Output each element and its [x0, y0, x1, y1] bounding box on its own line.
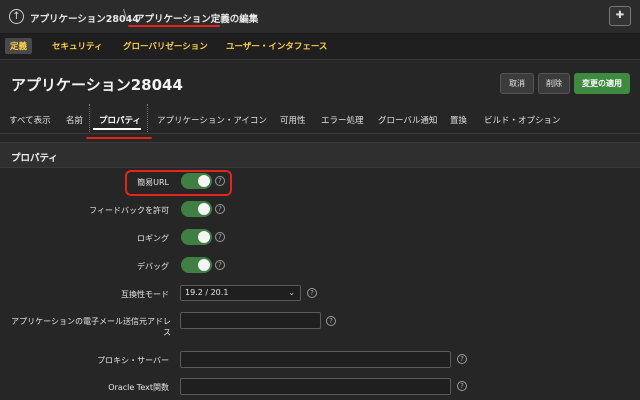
subtab-name[interactable]: 名前	[66, 114, 83, 126]
logging-label: ロギング	[137, 234, 169, 243]
compat-mode-label: 互換性モード	[121, 290, 169, 299]
section-tabs: すべて表示 名前 プロパティ アプリケーション・アイコン 可用性 エラー処理 グ…	[0, 104, 640, 139]
chevron-down-icon: ⌄	[288, 288, 295, 297]
add-comment-icon[interactable]: ✚	[609, 6, 631, 26]
friendly-url-label: 簡易URL	[137, 178, 169, 187]
allow-feedback-toggle[interactable]	[181, 201, 212, 217]
help-icon[interactable]: ?	[215, 176, 225, 186]
email-from-input[interactable]	[180, 312, 321, 329]
subtab-global-notification[interactable]: グローバル通知	[378, 114, 437, 126]
subtab-error-handling[interactable]: エラー処理	[321, 114, 364, 126]
toggle-knob	[198, 175, 210, 187]
toggle-knob	[198, 203, 210, 215]
active-tab-indicator	[93, 128, 141, 130]
friendly-url-toggle[interactable]	[181, 173, 212, 189]
help-icon[interactable]: ?	[215, 260, 225, 270]
breadcrumb-current: アプリケーション定義の編集	[135, 14, 259, 25]
apply-changes-button[interactable]: 変更の適用	[574, 73, 630, 94]
help-icon[interactable]: ?	[457, 381, 467, 391]
subtab-availability[interactable]: 可用性	[280, 114, 306, 126]
page-title: アプリケーション28044	[11, 76, 183, 94]
compat-mode-select[interactable]: 19.2 / 20.1 ⌄	[180, 285, 301, 301]
logging-toggle[interactable]	[181, 229, 212, 245]
arrow-up-icon[interactable]: ↑	[9, 9, 24, 24]
oracle-text-input[interactable]	[180, 378, 451, 395]
debug-toggle[interactable]	[181, 257, 212, 273]
help-icon[interactable]: ?	[457, 354, 467, 364]
proxy-server-label: プロキシ・サーバー	[97, 356, 169, 365]
top-bar: ↑ アプリケーション28044 \ アプリケーション定義の編集 ✚	[0, 0, 640, 34]
cancel-button[interactable]: 取消	[500, 73, 534, 94]
help-icon[interactable]: ?	[215, 232, 225, 242]
subtab-divider	[89, 104, 90, 132]
help-icon[interactable]: ?	[215, 204, 225, 214]
subtab-app-icon[interactable]: アプリケーション・アイコン	[157, 114, 267, 126]
allow-feedback-label: フィードバックを許可	[89, 206, 169, 215]
tab-globalization[interactable]: グローバリゼーション	[123, 40, 208, 52]
section-title: プロパティ	[11, 153, 58, 164]
help-icon[interactable]: ?	[326, 316, 336, 326]
subtab-substitutions[interactable]: 置換	[450, 114, 467, 126]
subtab-properties[interactable]: プロパティ	[99, 114, 141, 126]
tab-security[interactable]: セキュリティ	[52, 40, 103, 52]
proxy-server-input[interactable]	[180, 351, 451, 368]
debug-label: デバッグ	[137, 262, 169, 271]
page-header: アプリケーション28044 取消 削除 変更の適用	[0, 60, 640, 104]
subtab-build-options[interactable]: ビルド・オプション	[484, 114, 561, 126]
toggle-knob	[198, 259, 210, 271]
annotation-underline	[86, 137, 152, 139]
breadcrumb-separator: \	[123, 8, 128, 23]
compat-mode-value: 19.2 / 20.1	[185, 288, 229, 297]
subtab-divider	[147, 104, 148, 132]
subtab-show-all[interactable]: すべて表示	[9, 114, 51, 126]
delete-button[interactable]: 削除	[538, 73, 570, 94]
tab-user-interface[interactable]: ユーザー・インタフェース	[226, 40, 327, 52]
tab-definition[interactable]: 定義	[5, 38, 33, 54]
annotation-underline	[128, 25, 220, 27]
oracle-text-label: Oracle Text関数	[108, 383, 169, 392]
main-tabs: 定義 セキュリティ グローバリゼーション ユーザー・インタフェース	[0, 34, 640, 60]
toggle-knob	[198, 231, 210, 243]
email-from-label: アプリケーションの電子メール送信元アドレス	[11, 317, 171, 337]
section-header: プロパティ	[0, 142, 640, 168]
help-icon[interactable]: ?	[307, 288, 317, 298]
